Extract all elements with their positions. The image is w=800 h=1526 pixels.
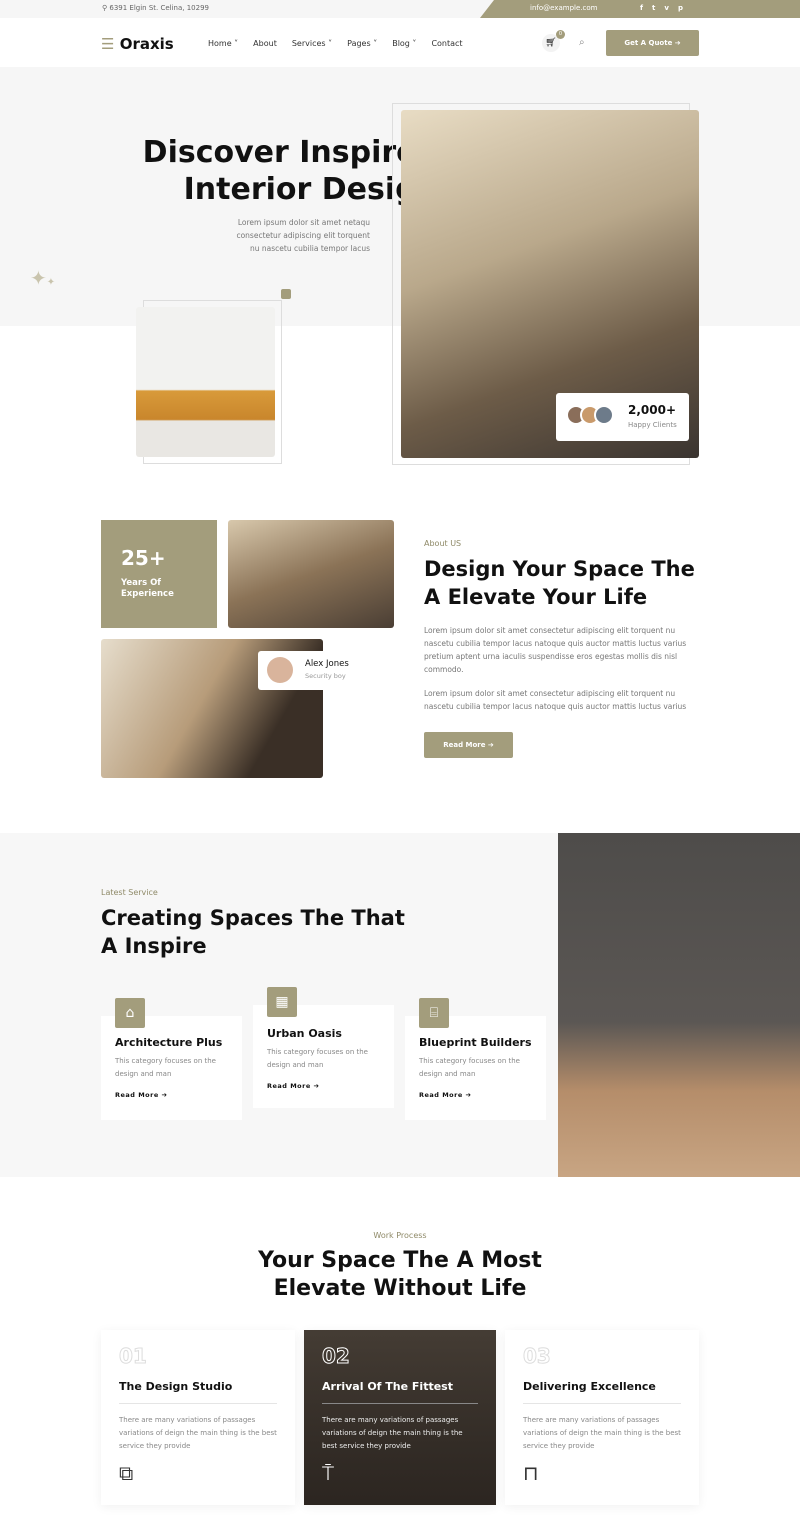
cart-icon: 🛒︎ (545, 38, 557, 48)
nav-contact[interactable]: Contact (431, 39, 462, 48)
read-more-link[interactable]: Read More ➔ (419, 1091, 532, 1099)
search-icon[interactable]: ⌕ (579, 37, 585, 48)
top-bar: ⚲ 6391 Elgin St. Celina, 10299 info@exam… (0, 0, 800, 18)
cart-count: 0 (556, 30, 565, 39)
about-title: Design Your Space The A Elevate Your Lif… (424, 557, 695, 609)
about-tag: About US (424, 539, 462, 548)
vimeo-icon[interactable]: v (664, 4, 678, 12)
bed-icon: ⌂ (115, 998, 145, 1028)
main-nav: Home ˅ About Services ˅ Pages ˅ Blog ˅ C… (208, 39, 463, 48)
service-card[interactable]: Blueprint Builders This category focuses … (405, 1016, 546, 1120)
twitter-icon[interactable]: t (652, 4, 664, 12)
person-role: Security boy (305, 672, 346, 680)
person-card: Alex Jones Security boy (258, 651, 355, 690)
happy-clients-card: 2,000+ Happy Clients (556, 393, 689, 441)
read-more-button[interactable]: Read More ➔ (424, 732, 513, 758)
address: ⚲ 6391 Elgin St. Celina, 10299 (102, 4, 209, 12)
process-tag: Work Process (373, 1231, 427, 1240)
social-icons[interactable]: ftvp (640, 4, 692, 12)
avatar (267, 657, 293, 683)
clients-label: Happy Clients (628, 421, 677, 429)
service-card[interactable]: Urban Oasis This category focuses on the … (253, 1005, 394, 1108)
cart-button[interactable]: 🛒︎ 0 (542, 30, 565, 52)
person-name: Alex Jones (305, 659, 349, 669)
hero-text: Lorem ipsum dolor sit amet netaqu consec… (236, 218, 370, 253)
window-icon: ⌸ (419, 998, 449, 1028)
armchair-image (136, 307, 275, 457)
sparkle-icon: ✦✦ (30, 266, 56, 290)
clients-count: 2,000+ (628, 403, 677, 417)
logo-icon: ☰ (101, 35, 115, 53)
hero-title: Discover Inspired Interior Design (142, 135, 438, 207)
pinterest-icon[interactable]: p (678, 4, 692, 12)
nav-pages[interactable]: Pages ˅ (347, 39, 377, 48)
cross-shape-icon: ⧉ (119, 1461, 134, 1485)
logo[interactable]: ☰ Oraxis (101, 35, 174, 53)
desk-icon: ⊓ (523, 1461, 539, 1485)
read-more-link[interactable]: Read More ➔ (115, 1091, 228, 1099)
get-quote-button[interactable]: Get A Quote ➔ (606, 30, 699, 56)
email-link[interactable]: info@example.com (530, 4, 597, 12)
about-paragraph-1: Lorem ipsum dolor sit amet consectetur a… (424, 626, 687, 674)
facebook-icon[interactable]: f (640, 4, 652, 12)
service-card[interactable]: Architecture Plus This category focuses o… (101, 1016, 242, 1120)
experience-box: 25+ Years Of Experience (101, 520, 217, 628)
client-avatars (566, 405, 614, 425)
nav-about[interactable]: About (253, 39, 277, 48)
process-title: Your Space The A Most Elevate Without Lif… (258, 1248, 542, 1301)
paint-roller-icon: ⍑ (322, 1461, 334, 1485)
accent-square (281, 289, 291, 299)
services-tag: Latest Service (101, 888, 158, 897)
process-step: 03 Delivering Excellence There are many va… (505, 1330, 699, 1505)
read-more-link[interactable]: Read More ➔ (267, 1082, 380, 1090)
nav-blog[interactable]: Blog ˅ (392, 39, 416, 48)
topbar-right: info@example.com ftvp (480, 0, 800, 18)
about-image-1 (228, 520, 394, 628)
services-image (558, 833, 800, 1177)
about-paragraph-2: Lorem ipsum dolor sit amet consectetur a… (424, 689, 687, 711)
blueprint-icon: ▦ (267, 987, 297, 1017)
services-title: Creating Spaces The That A Inspire (101, 906, 405, 958)
process-step-active: 02 Arrival Of The Fittest There are many v… (304, 1330, 496, 1505)
process-step: 01 The Design Studio There are many variat… (101, 1330, 295, 1505)
nav-services[interactable]: Services ˅ (292, 39, 332, 48)
nav-home[interactable]: Home ˅ (208, 39, 238, 48)
